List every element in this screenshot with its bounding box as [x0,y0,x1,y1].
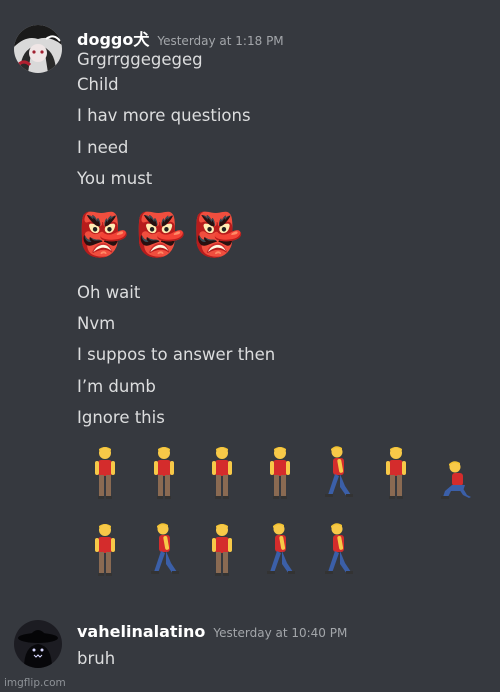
message-text: bruh [77,649,116,668]
standing-man-icon [212,447,232,499]
standing-man-icon [270,447,290,499]
message-header: vahelinalatino Yesterday at 10:40 PM [77,622,347,641]
goblin-emoji-icon: 👺 [77,210,130,259]
kneeling-man-icon [441,461,471,499]
goblin-emoji-icon: 👺 [191,210,244,259]
walking-man-icon [325,446,353,497]
goblin-emoji-row: 👺 👺 👺 [77,207,249,263]
walking-man-icon [267,523,295,574]
avatar[interactable] [14,25,62,73]
message-text: Grgrrggegegeg [77,50,203,69]
standing-man-icon [95,524,115,576]
message-text: You must [77,169,153,188]
avatar[interactable] [14,620,62,668]
standing-man-icon [386,447,406,499]
standing-man-icon [154,447,174,499]
username[interactable]: vahelinalatino [77,622,205,641]
message-text: I suppos to answer then [77,345,276,364]
timestamp[interactable]: Yesterday at 10:40 PM [213,626,347,640]
message-header: doggo犬 Yesterday at 1:18 PM [77,26,284,50]
standing-man-icon [95,447,115,499]
goblin-emoji-icon: 👺 [134,210,187,259]
message-text: Nvm [77,314,116,333]
username[interactable]: doggo犬 [77,30,149,49]
message-text: I’m dumb [77,377,156,396]
watermark: imgflip.com [4,677,66,689]
message-text: Ignore this [77,408,165,427]
message-text: Child [77,75,119,94]
standing-man-icon [212,524,232,576]
walking-man-icon [151,523,179,574]
message-text: I need [77,138,129,157]
timestamp[interactable]: Yesterday at 1:18 PM [157,34,283,48]
message-text: Oh wait [77,283,141,302]
walking-man-icon [325,523,353,574]
message-text: I hav more questions [77,106,251,125]
